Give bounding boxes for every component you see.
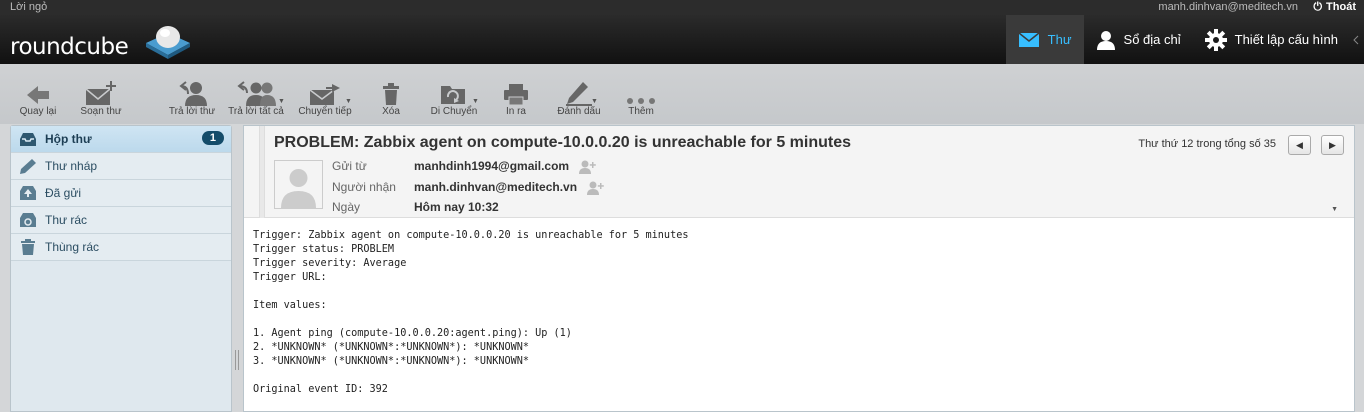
reply-icon — [179, 81, 207, 106]
person-icon — [1096, 30, 1115, 50]
roundcube-logo-icon — [146, 26, 190, 59]
unread-badge: 1 — [201, 131, 224, 145]
folder-sent[interactable]: Đã gửi — [11, 180, 231, 207]
reply-all-label: Trả lời tất cả — [228, 106, 284, 117]
pencil-icon — [20, 159, 36, 174]
back-arrow-icon — [27, 86, 49, 104]
forward-icon — [309, 84, 340, 105]
to-address[interactable]: manh.dinhvan@meditech.vn — [414, 180, 577, 194]
left-arrow-icon: ◀ — [1296, 139, 1303, 150]
top-bar: Lời ngỏ manh.dinhvan@meditech.vn ⏻ Thoát — [0, 0, 1364, 15]
folder-drafts[interactable]: Thư nháp — [11, 153, 231, 180]
mark-label: Đánh dấu — [557, 106, 601, 117]
delete-button[interactable]: Xóa — [361, 76, 421, 117]
avatar-placeholder-icon — [275, 161, 322, 208]
folder-sent-label: Đã gửi — [45, 186, 82, 200]
tab-settings[interactable]: Thiết lập cấu hình — [1193, 15, 1350, 64]
tab-mail[interactable]: Thư — [1005, 15, 1084, 64]
next-message-button[interactable]: ▶ — [1321, 135, 1344, 155]
add-contact-icon[interactable] — [586, 181, 605, 195]
trash-icon — [383, 83, 399, 105]
to-row: Người nhận manh.dinhvan@meditech.vn — [332, 180, 605, 195]
junk-icon — [20, 213, 36, 227]
main-tabs: Thư Sổ địa chỉ Thiết lập cấu hình — [1005, 15, 1350, 64]
logout-button[interactable]: ⏻ Thoát — [1313, 1, 1356, 14]
back-label: Quay lại — [19, 106, 57, 117]
message-toolbar: Quay lại Soạn thư Trả lời thư Trả lời tấ… — [0, 64, 1364, 124]
message-date: Hôm nay 10:32 — [414, 200, 499, 214]
folder-inbox[interactable]: Hộp thư 1 — [11, 126, 231, 153]
move-folder-icon — [441, 86, 465, 104]
forward-label: Chuyển tiếp — [298, 106, 352, 117]
forward-dropdown-icon[interactable]: ▼ — [345, 98, 352, 105]
date-label: Ngày — [332, 200, 361, 214]
print-icon — [504, 84, 528, 106]
message-body: Trigger: Zabbix agent on compute-10.0.0.… — [253, 230, 689, 395]
reply-label: Trả lời thư — [168, 106, 216, 117]
sender-avatar — [274, 160, 323, 209]
message-header: PROBLEM: Zabbix agent on compute-10.0.0.… — [244, 126, 1354, 218]
username: manh.dinhvan@meditech.vn — [1158, 1, 1298, 13]
right-arrow-icon: ▶ — [1329, 139, 1336, 150]
move-dropdown-icon[interactable]: ▼ — [472, 98, 479, 105]
move-label: Di Chuyển — [430, 106, 478, 117]
tab-addressbook[interactable]: Sổ địa chỉ — [1084, 15, 1193, 64]
inbox-icon — [20, 133, 36, 146]
folder-trash-label: Thùng rác — [45, 240, 100, 254]
reply-all-button[interactable]: Trả lời tất cả ▼ — [226, 76, 286, 117]
sent-icon — [20, 186, 36, 200]
header-expand-icon[interactable] — [1352, 35, 1360, 45]
power-icon: ⏻ — [1313, 1, 1323, 13]
print-button[interactable]: In ra — [486, 76, 546, 117]
delete-label: Xóa — [382, 106, 400, 117]
logo-text: roundcube — [10, 34, 129, 60]
from-address[interactable]: manhdinh1994@gmail.com — [414, 159, 569, 173]
from-label: Gửi từ — [332, 159, 367, 173]
tab-settings-label: Thiết lập cấu hình — [1234, 32, 1338, 47]
gear-icon — [1204, 28, 1227, 51]
message-counter: Thư thứ 12 trong tổng số 35 — [1138, 138, 1276, 150]
compose-button[interactable]: Soạn thư — [71, 76, 131, 117]
more-button[interactable]: Thêm — [611, 76, 671, 117]
move-button[interactable]: Di Chuyển ▼ — [424, 76, 484, 117]
more-label: Thêm — [628, 106, 654, 117]
app-header: roundcube Thư Sổ địa chỉ Thiết lập cấu h… — [0, 15, 1364, 64]
reply-all-dropdown-icon[interactable]: ▼ — [278, 98, 285, 105]
reply-all-icon — [237, 81, 276, 106]
reply-button[interactable]: Trả lời thư — [162, 76, 222, 117]
to-label: Người nhận — [332, 180, 396, 194]
mail-icon — [1018, 31, 1040, 47]
tab-mail-label: Thư — [1047, 32, 1072, 47]
folder-junk[interactable]: Thư rác — [11, 207, 231, 234]
date-row: Ngày Hôm nay 10:32 — [332, 200, 499, 214]
pane-splitter[interactable] — [235, 350, 239, 370]
folder-junk-label: Thư rác — [45, 213, 88, 227]
folder-trash[interactable]: Thùng rác — [11, 234, 231, 261]
from-row: Gửi từ manhdinh1994@gmail.com — [332, 159, 597, 174]
about-link[interactable]: Lời ngỏ — [10, 1, 47, 13]
more-dots-icon — [627, 98, 655, 104]
header-toggle-icon[interactable]: ▼ — [1331, 206, 1338, 213]
logout-label: Thoát — [1326, 1, 1356, 13]
forward-button[interactable]: Chuyển tiếp ▼ — [295, 76, 355, 117]
prev-message-button[interactable]: ◀ — [1288, 135, 1311, 155]
back-button[interactable]: Quay lại — [8, 76, 68, 117]
compose-icon — [85, 81, 116, 105]
compose-label: Soạn thư — [80, 106, 122, 117]
message-subject: PROBLEM: Zabbix agent on compute-10.0.0.… — [274, 134, 852, 151]
folder-drafts-label: Thư nháp — [45, 159, 98, 173]
folder-list: Hộp thư 1 Thư nháp Đã gửi Thư rác Thùng … — [10, 125, 232, 412]
trash-icon — [21, 239, 35, 255]
tab-addressbook-label: Sổ địa chỉ — [1123, 32, 1181, 47]
mark-button[interactable]: Đánh dấu ▼ — [549, 76, 609, 117]
folder-inbox-label: Hộp thư — [45, 132, 92, 146]
message-view: PROBLEM: Zabbix agent on compute-10.0.0.… — [243, 125, 1355, 412]
print-label: In ra — [505, 106, 526, 117]
add-contact-icon[interactable] — [578, 160, 597, 174]
mark-dropdown-icon[interactable]: ▼ — [591, 98, 598, 105]
